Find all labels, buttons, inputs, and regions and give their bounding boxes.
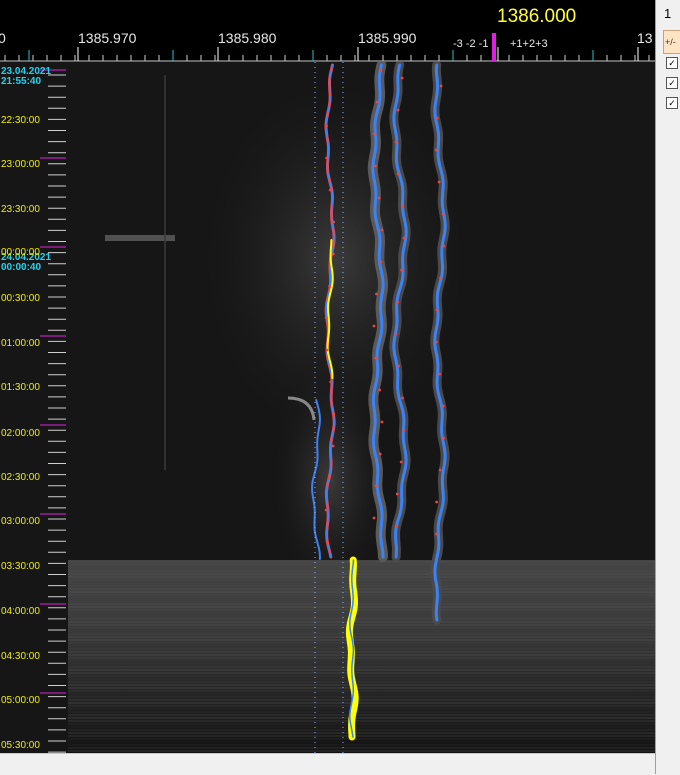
checkbox-2[interactable]: ✓ xyxy=(666,77,678,89)
time-label: 05:00:00 xyxy=(1,695,40,706)
trace-speckle xyxy=(379,68,383,72)
time-label: 01:00:00 xyxy=(1,338,40,349)
time-label: 03:00:00 xyxy=(1,516,40,527)
time-label: 03:30:00 xyxy=(1,561,40,572)
date-stamp-time: 00:00:40 xyxy=(1,262,42,273)
time-label: 02:30:00 xyxy=(1,472,40,483)
trace-speckle xyxy=(435,500,438,504)
trace-speckle xyxy=(400,204,404,208)
trace-speckle xyxy=(329,380,333,384)
side-panel-header: 1 xyxy=(664,6,672,21)
offset-right: +1+2+3 xyxy=(510,38,548,50)
time-label: 05:30:00 xyxy=(1,740,40,751)
date-stamp: 23.04.2021 21:55:40 xyxy=(1,67,51,87)
trace-speckle xyxy=(375,100,379,104)
trace-speckle xyxy=(324,316,328,320)
trace-speckle xyxy=(325,348,329,352)
trace-speckle xyxy=(400,268,403,272)
trace-speckle xyxy=(328,188,332,192)
trace-speckle xyxy=(402,236,406,240)
trace-speckle xyxy=(394,332,398,336)
freq-label-1385990: 1385.990 xyxy=(358,30,417,46)
trace-speckle xyxy=(434,148,438,152)
plus-minus-tab[interactable]: +/- xyxy=(663,30,680,54)
freq-label-13: 13 xyxy=(637,30,653,46)
trace-speckle xyxy=(441,212,445,216)
spectrogram-area[interactable]: 0 1385.970 1385.980 1385.990 13 1386.000… xyxy=(0,0,655,753)
time-label: 23:00:00 xyxy=(1,159,40,170)
time-label: 04:30:00 xyxy=(1,651,40,662)
time-label: 00:30:00 xyxy=(1,293,40,304)
time-label: 01:30:00 xyxy=(1,382,40,393)
trace-speckle xyxy=(332,220,335,224)
waterfall-spectrogram[interactable] xyxy=(0,0,655,753)
trace-speckle xyxy=(325,124,328,128)
trace-speckle xyxy=(401,396,404,400)
offset-left: -3 -2 -1 xyxy=(453,38,489,50)
freq-label-1385970: 1385.970 xyxy=(78,30,137,46)
trace-speckle xyxy=(325,156,328,160)
trace-speckle xyxy=(380,228,384,232)
freq-label-0: 0 xyxy=(0,30,6,46)
trace-speckle xyxy=(331,444,335,448)
trace-speckle xyxy=(439,276,442,280)
date-stamp-time: 21:55:40 xyxy=(1,76,42,87)
time-label: 22:30:00 xyxy=(1,115,40,126)
trace-speckle xyxy=(379,260,382,264)
trace-speckle xyxy=(395,492,399,496)
trace-speckle xyxy=(394,140,398,144)
trace-speckle xyxy=(434,340,438,344)
trace-speckle xyxy=(327,476,331,480)
trace-speckle xyxy=(396,172,400,176)
trace-speckle xyxy=(442,244,446,248)
trace-speckle xyxy=(375,292,378,296)
checkbox-3[interactable]: ✓ xyxy=(666,97,678,109)
trace-speckle xyxy=(437,180,441,184)
trace-speckle xyxy=(380,420,384,424)
time-label: 00:00:00 xyxy=(1,247,40,258)
trace-speckle xyxy=(441,404,445,408)
time-label: 23:30:00 xyxy=(1,204,40,215)
trace-speckle xyxy=(328,92,332,96)
trace-speckle xyxy=(372,324,376,328)
bottom-bar xyxy=(0,753,655,775)
trace-speckle xyxy=(331,252,335,256)
trace-speckle xyxy=(435,532,438,536)
trace-speckle xyxy=(372,132,376,136)
trace-speckle xyxy=(438,468,442,472)
trace-speckle xyxy=(438,372,441,376)
trace-speckle xyxy=(435,116,439,120)
trace-speckle xyxy=(332,412,336,416)
trace-speckle xyxy=(396,108,400,112)
side-panel: 1 +/- ✓ ✓ ✓ xyxy=(655,0,680,774)
time-label: 04:00:00 xyxy=(1,606,40,617)
trace-speckle xyxy=(374,356,377,360)
frequency-marker xyxy=(492,33,496,61)
trace-speckle xyxy=(394,524,398,528)
trace-speckle xyxy=(324,508,328,512)
trace-speckle xyxy=(439,84,443,88)
trace-speckle xyxy=(397,364,400,368)
trace-speckle xyxy=(325,540,329,544)
trace-speckle xyxy=(396,300,399,304)
current-frequency: 1386.000 xyxy=(497,6,577,27)
trace-speckle xyxy=(328,284,331,288)
trace-speckle xyxy=(372,516,376,520)
trace-speckle xyxy=(374,484,378,488)
freq-label-1385980: 1385.980 xyxy=(218,30,277,46)
trace-speckle xyxy=(435,308,439,312)
trace-speckle xyxy=(400,76,404,80)
trace-speckle xyxy=(399,460,403,464)
trace-speckle xyxy=(402,428,406,432)
trace-speckle xyxy=(378,388,382,392)
trace-speckle xyxy=(373,164,377,168)
trace-speckle xyxy=(378,452,382,456)
time-label: 02:00:00 xyxy=(1,428,40,439)
trace-speckle xyxy=(377,196,381,200)
trace-speckle xyxy=(442,436,445,440)
checkbox-1[interactable]: ✓ xyxy=(666,57,678,69)
